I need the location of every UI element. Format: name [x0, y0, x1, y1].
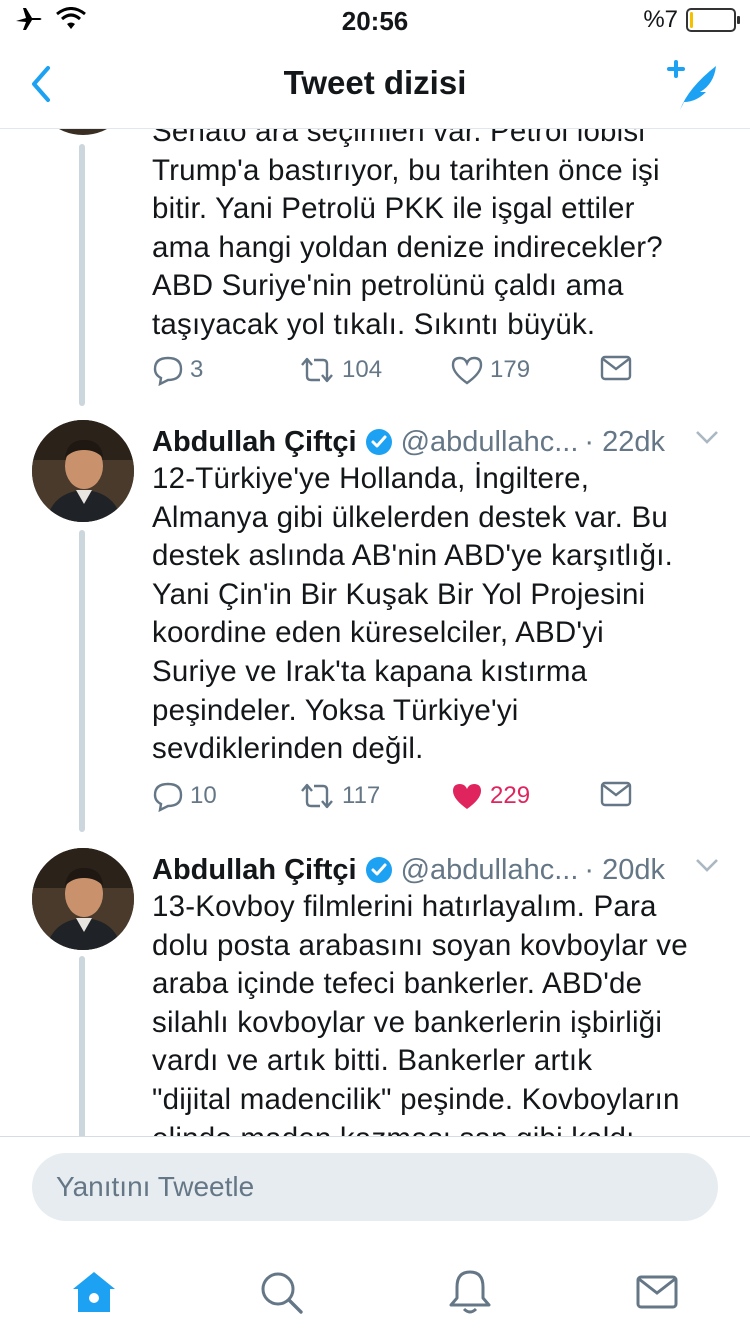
tweet-text-line: "dijital madencilik" peşinde. Kovboyları…: [152, 1082, 680, 1116]
direct-message-button[interactable]: [600, 780, 632, 808]
author-name[interactable]: Abdullah Çiftçi: [152, 854, 357, 887]
tab-search[interactable]: [251, 1262, 311, 1322]
tweet-text-line: vardı ve artık bitti. Bankerler artık: [152, 1044, 593, 1078]
tab-notifications[interactable]: [440, 1262, 500, 1322]
chevron-down-icon[interactable]: [694, 856, 720, 874]
tab-messages[interactable]: [627, 1262, 687, 1322]
battery-percent: %7: [643, 6, 678, 33]
tweet-text-line: Suriye ve Irak'ta kapana kıstırma: [152, 654, 588, 688]
tweet-text-line: sevdiklerinden değil.: [152, 732, 424, 766]
search-icon: [261, 1272, 303, 1314]
direct-message-button[interactable]: [600, 354, 632, 382]
author-name[interactable]: Abdullah Çiftçi: [152, 426, 357, 459]
heart-icon: [451, 356, 483, 385]
battery-icon: [686, 8, 740, 32]
compose-quill-icon: [667, 60, 716, 110]
tweet-text-line: koordine eden küreselciler, ABD'yi: [152, 616, 604, 650]
thread-connector: [79, 530, 85, 832]
tweet-text-line: destek aslında AB'nin ABD'ye karşıtlığı.: [152, 539, 674, 573]
page-title: Tweet dizisi: [283, 64, 467, 101]
tweet-header: Abdullah Çiftçi @abdullahc... · 20dk: [152, 850, 730, 890]
retweet-button[interactable]: 117: [298, 780, 380, 812]
thread-connector: [79, 144, 85, 406]
avatar[interactable]: [32, 420, 134, 522]
author-handle: @abdullahc...: [400, 425, 579, 458]
retweet-count: 117: [342, 782, 381, 809]
like-count: 179: [490, 356, 531, 383]
navigation-bar: Tweet dizisi: [0, 40, 750, 129]
verified-badge-icon: [365, 429, 392, 455]
verified-badge-icon: [365, 857, 392, 883]
reply-button[interactable]: 3: [152, 354, 203, 386]
tweet-text-line: bitir. Yani Petrolü PKK ile işgal ettile…: [152, 192, 635, 226]
tweet-timestamp: · 20dk: [584, 853, 665, 886]
author-handle: @abdullahc...: [400, 853, 579, 886]
status-bar: 20:56 %7: [0, 0, 750, 40]
like-button[interactable]: 229: [450, 780, 530, 812]
tweet-text-line: Trump'a bastırıyor, bu tarihten önce işi: [152, 153, 660, 187]
tweet-text: 12-Türkiye'ye Hollanda, İngiltere, Alman…: [152, 460, 722, 769]
avatar-photo: [32, 420, 134, 522]
reply-bar: [0, 1136, 750, 1245]
reply-count: 3: [190, 356, 204, 383]
tweet-actions: 3 104 179: [152, 354, 692, 394]
retweet-icon: [301, 357, 333, 383]
tweet-text-line: araba içinde tefeci bankerler. ABD'de: [152, 967, 643, 1001]
reply-icon: [153, 356, 183, 386]
heart-filled-icon: [453, 784, 481, 809]
reply-icon: [153, 782, 183, 812]
envelope-icon: [600, 355, 632, 381]
avatar[interactable]: [32, 848, 134, 950]
compose-tweet-button[interactable]: [666, 58, 722, 114]
tweet-text-line: Almanya gibi ülkelerden destek var. Bu: [152, 500, 668, 534]
tweet-text-line: Yani Çin'in Bir Kuşak Bir Yol Projesini: [152, 577, 646, 611]
avatar-photo: [32, 848, 134, 950]
tweet-text-line: ama hangi yoldan denize indirecekler?: [152, 230, 663, 264]
tweet-text-line: taşıyacak yol tıkalı. Sıkıntı büyük.: [152, 307, 596, 341]
tab-home[interactable]: [64, 1262, 124, 1322]
chevron-down-icon[interactable]: [694, 428, 720, 446]
battery-level: [690, 12, 693, 28]
tweet-text-line: silahlı kovboylar ve bankerlerin işbirli…: [152, 1005, 663, 1039]
like-count: 229: [490, 782, 531, 809]
home-icon: [73, 1272, 115, 1312]
mail-icon: [636, 1275, 678, 1309]
tweet-timestamp: · 22dk: [584, 425, 665, 458]
retweet-count: 104: [342, 356, 383, 383]
bell-icon: [449, 1270, 491, 1314]
reply-count: 10: [190, 782, 217, 809]
retweet-button[interactable]: 104: [298, 354, 382, 386]
tweet-header: Abdullah Çiftçi @abdullahc... · 22dk: [152, 422, 730, 462]
thread-connector: [79, 956, 85, 1136]
avatar[interactable]: [32, 128, 134, 135]
tweet-text-line: peşindeler. Yoksa Türkiye'yi: [152, 693, 519, 727]
like-button[interactable]: 179: [450, 354, 530, 386]
reply-button[interactable]: 10: [152, 780, 217, 812]
status-time: 20:56: [341, 6, 409, 36]
tweet-text-line: elinde maden kazması sap gibi kaldı.: [152, 1120, 722, 1136]
tweet-text-line: ABD Suriye'nin petrolünü çaldı ama: [152, 269, 624, 303]
envelope-icon: [600, 781, 632, 807]
tweet-text: 13-Kovboy filmlerini hatırlayalım. Para …: [152, 888, 722, 1136]
tweet-text: Senato ara seçimleri var. Petrol lobisi …: [152, 128, 722, 345]
tweet-text-line: 13-Kovboy filmlerini hatırlayalım. Para: [152, 890, 657, 923]
tweet-text-line: dolu posta arabasını soyan kovboylar ve: [152, 928, 688, 962]
tweet-text-line: 12-Türkiye'ye Hollanda, İngiltere,: [152, 462, 590, 495]
reply-input[interactable]: [32, 1153, 718, 1221]
tweet-text-line: Senato ara seçimleri var. Petrol lobisi: [152, 128, 646, 148]
tab-bar: [0, 1244, 750, 1334]
retweet-icon: [301, 783, 333, 809]
tweet-actions: 10 117 229: [152, 780, 692, 820]
tweet-thread[interactable]: Senato ara seçimleri var. Petrol lobisi …: [0, 128, 750, 1136]
